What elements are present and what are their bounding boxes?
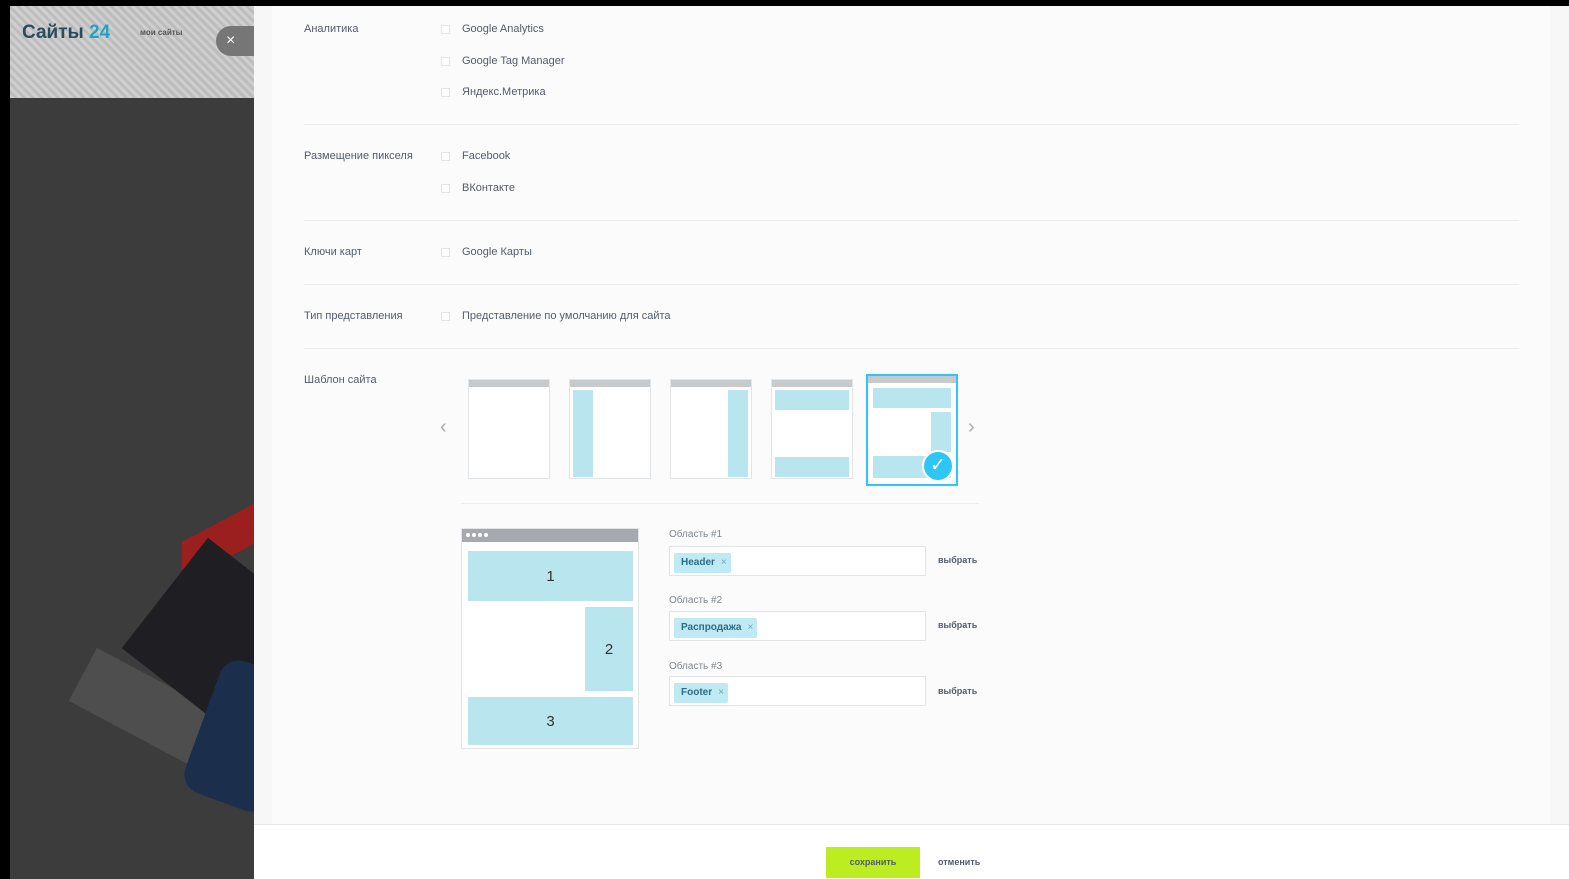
template-area xyxy=(573,390,593,477)
template-area xyxy=(873,388,951,408)
template-area xyxy=(775,457,849,477)
template-option-5-selected[interactable]: ✓ xyxy=(866,374,958,486)
checkbox[interactable] xyxy=(441,24,450,34)
area-2: 2 xyxy=(585,607,633,691)
area-3-choose-link[interactable]: выбрать xyxy=(938,686,977,696)
remove-tag-icon[interactable]: × xyxy=(718,687,724,698)
view-type-row: Тип представления Представление по умолч… xyxy=(304,285,1519,349)
cancel-button[interactable]: отменить xyxy=(938,847,980,878)
template-header-bar xyxy=(469,380,549,387)
background-app: Сайты 24 мои сайты × xyxy=(10,6,260,879)
area-3: 3 xyxy=(468,697,633,745)
save-button[interactable]: сохранить xyxy=(826,847,920,878)
remove-tag-icon[interactable]: × xyxy=(721,557,727,568)
template-area xyxy=(775,390,849,410)
template-header-bar xyxy=(570,380,650,387)
template-option-4[interactable] xyxy=(771,379,853,479)
analytics-label: Аналитика xyxy=(304,23,359,35)
checkbox[interactable] xyxy=(441,247,450,257)
template-option-3[interactable] xyxy=(670,379,752,479)
template-prev-arrow[interactable]: ‹ xyxy=(440,416,447,439)
template-next-arrow[interactable]: › xyxy=(968,416,975,439)
template-label: Шаблон сайта xyxy=(304,374,377,386)
window-dot xyxy=(472,533,476,537)
window-dot xyxy=(478,533,482,537)
map-keys-label: Ключи карт xyxy=(304,246,362,258)
area-2-input[interactable]: Распродажа × xyxy=(669,611,926,641)
close-icon: × xyxy=(226,32,236,49)
checkbox[interactable] xyxy=(441,56,450,66)
area-2-label: Область #2 xyxy=(669,595,723,606)
settings-form: Аналитика Google Analytics Google Tag Ma… xyxy=(272,6,1550,824)
logo: Сайты 24 xyxy=(22,22,111,43)
diagram-header-bar xyxy=(462,529,638,542)
map-keys-row: Ключи карт Google Карты xyxy=(304,221,1519,285)
block-tag: Footer × xyxy=(674,683,728,703)
pixel-label: Размещение пикселя xyxy=(304,150,413,162)
block-tag: Распродажа × xyxy=(674,618,758,638)
option-vkontakte[interactable]: ВКонтакте xyxy=(441,182,515,194)
area-1-label: Область #1 xyxy=(669,529,723,540)
pixel-row: Размещение пикселя Facebook ВКонтакте xyxy=(304,125,1519,221)
view-type-label: Тип представления xyxy=(304,310,403,322)
checkbox[interactable] xyxy=(441,311,450,321)
area-1-input[interactable]: Header × xyxy=(669,546,926,576)
analytics-row: Аналитика Google Analytics Google Tag Ma… xyxy=(304,6,1519,125)
option-google-analytics[interactable]: Google Analytics xyxy=(441,23,544,35)
background-header: Сайты 24 мои сайты × xyxy=(10,6,260,98)
footer-bar: сохранить отменить xyxy=(254,824,1569,879)
template-option-1[interactable] xyxy=(468,379,550,479)
checkbox[interactable] xyxy=(441,151,450,161)
template-header-bar xyxy=(671,380,751,387)
area-2-choose-link[interactable]: выбрать xyxy=(938,620,977,630)
area-1: 1 xyxy=(468,551,633,601)
template-header-bar xyxy=(772,380,852,387)
template-area xyxy=(931,412,951,452)
area-1-choose-link[interactable]: выбрать xyxy=(938,555,977,565)
checkbox[interactable] xyxy=(441,87,450,97)
check-icon: ✓ xyxy=(922,450,954,482)
option-google-maps[interactable]: Google Карты xyxy=(441,246,532,258)
option-google-tag-manager[interactable]: Google Tag Manager xyxy=(441,55,565,67)
option-yandex-metrika[interactable]: Яндекс.Метрика xyxy=(441,86,546,98)
block-tag: Header × xyxy=(674,553,731,573)
layout-diagram: 1 2 3 xyxy=(461,528,639,749)
nav-my-sites[interactable]: мои сайты xyxy=(140,28,183,37)
window-dot xyxy=(466,533,470,537)
template-header-bar xyxy=(868,376,956,383)
settings-panel: Аналитика Google Analytics Google Tag Ma… xyxy=(254,6,1569,879)
option-facebook[interactable]: Facebook xyxy=(441,150,510,162)
window-dot xyxy=(484,533,488,537)
area-3-label: Область #3 xyxy=(669,661,723,672)
remove-tag-icon[interactable]: × xyxy=(747,622,753,633)
divider xyxy=(461,503,979,504)
area-3-input[interactable]: Footer × xyxy=(669,676,926,706)
template-area xyxy=(728,390,748,477)
template-option-2[interactable] xyxy=(569,379,651,479)
checkbox[interactable] xyxy=(441,183,450,193)
option-default-view[interactable]: Представление по умолчанию для сайта xyxy=(441,310,671,322)
